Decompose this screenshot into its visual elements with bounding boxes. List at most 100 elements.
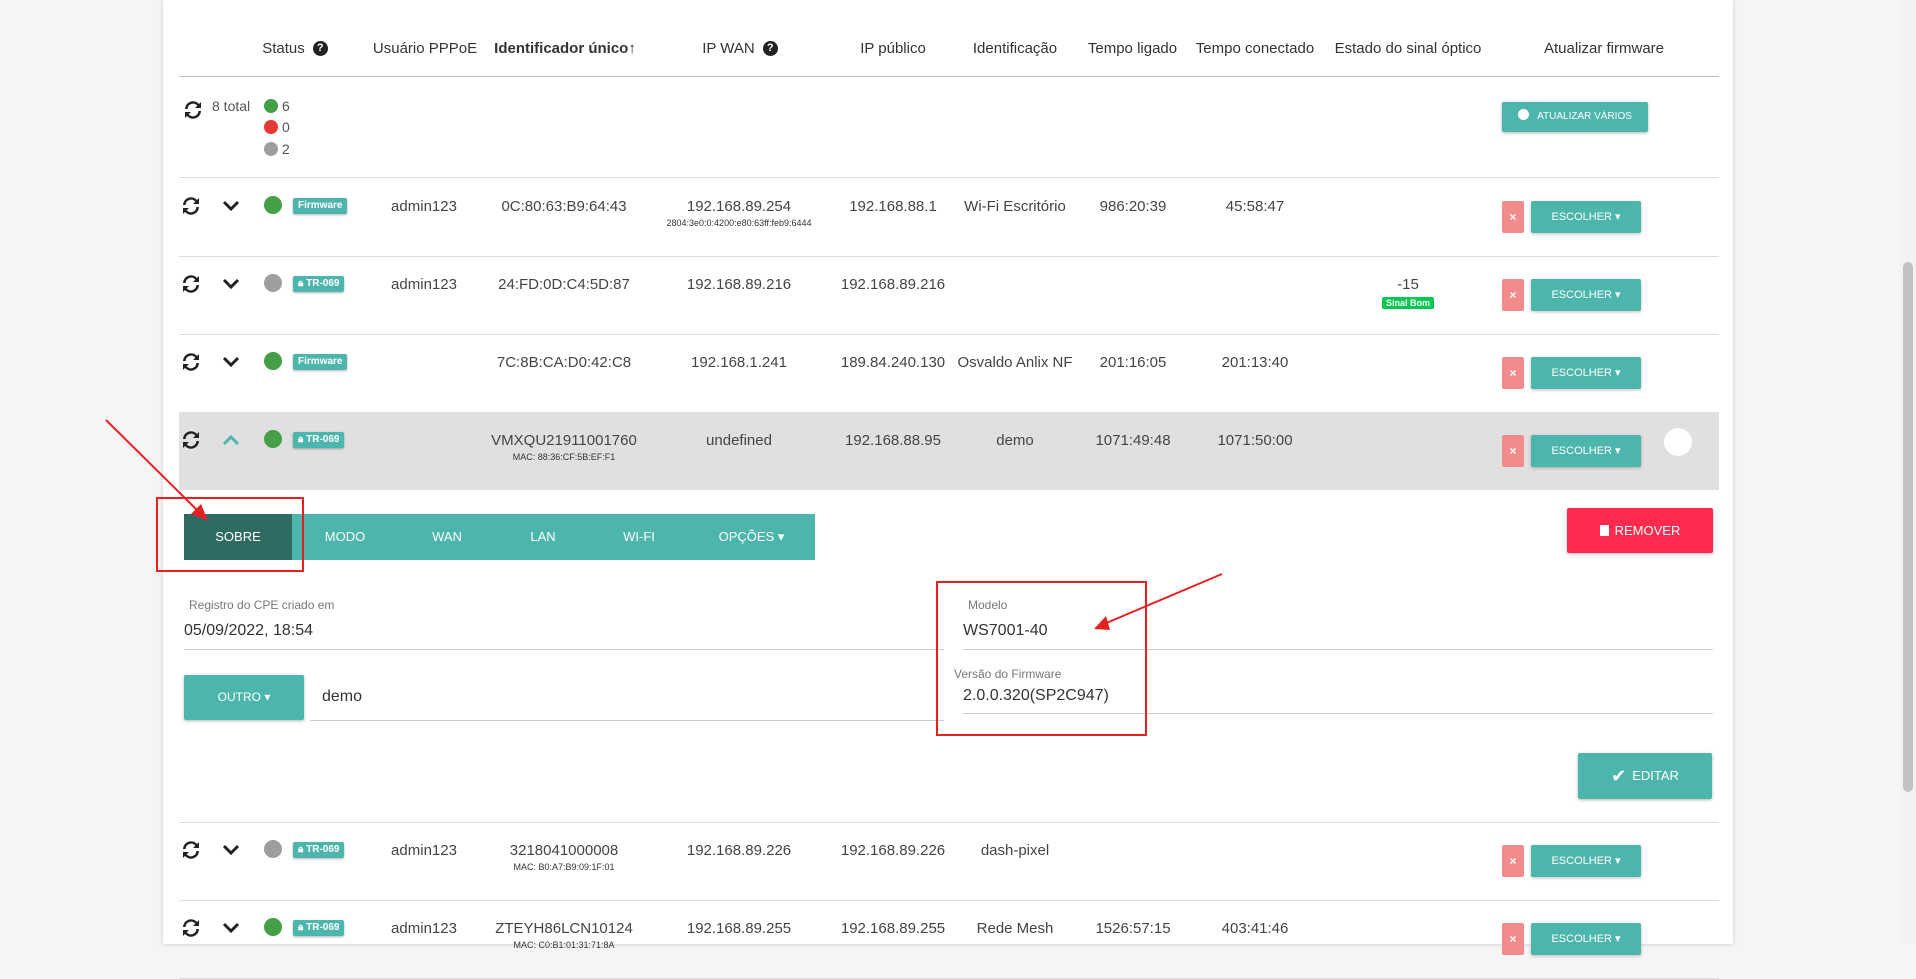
connected-time: 403:41:46 — [1221, 920, 1289, 937]
chevron-down-icon[interactable] — [221, 918, 241, 938]
ip-wan: 192.168.89.216 — [686, 276, 792, 293]
type-badge: 🔒︎ TR-069 — [293, 842, 345, 858]
header-pppoe[interactable]: Usuário PPPoE — [370, 30, 480, 66]
tab-lan[interactable]: LAN — [496, 514, 591, 560]
unknown-dot — [264, 142, 278, 156]
choose-firmware-button[interactable]: ESCOLHER ▾ — [1531, 279, 1641, 311]
tab-mode[interactable]: MODO — [292, 514, 399, 560]
choose-firmware-button[interactable]: ESCOLHER ▾ — [1531, 357, 1641, 389]
refresh-icon[interactable] — [179, 272, 203, 296]
unique-id: 24:FD:0D:C4:5D:87 — [498, 276, 630, 293]
tab-wifi[interactable]: WI-FI — [590, 514, 689, 560]
pppoe-user: admin123 — [391, 920, 457, 937]
lock-icon: 🔒︎ — [298, 434, 307, 445]
pppoe-user: admin123 — [391, 842, 457, 859]
created-label: Registro do CPE criado em — [189, 598, 335, 612]
choose-firmware-button[interactable]: ESCOLHER ▾ — [1531, 845, 1641, 877]
header-optical[interactable]: Estado do sinal óptico — [1330, 30, 1486, 66]
refresh-icon[interactable] — [179, 350, 203, 374]
identification: Osvaldo Anlix NF — [957, 354, 1073, 371]
choose-firmware-button[interactable]: ESCOLHER ▾ — [1531, 923, 1641, 955]
connected-time: 45:58:47 — [1225, 198, 1285, 215]
help-icon[interactable]: ? — [312, 40, 328, 56]
refresh-icon[interactable] — [179, 428, 203, 452]
lock-icon: 🔒︎ — [298, 922, 307, 933]
table-row[interactable]: 🔒︎ TR-069 admin123 ZTEYH86LCN10124 MAC: C0:… — [179, 900, 1719, 978]
cancel-update-button[interactable]: × — [1502, 845, 1524, 877]
trash-icon — [1599, 525, 1609, 536]
update-many-button[interactable]: ATUALIZAR VÁRIOS — [1502, 102, 1648, 132]
header-ip-public[interactable]: IP público — [843, 30, 943, 66]
header-ip-wan[interactable]: IP WAN? — [690, 30, 790, 66]
tab-wan[interactable]: WAN — [398, 514, 497, 560]
choose-firmware-button[interactable]: ESCOLHER ▾ — [1531, 435, 1641, 467]
cancel-update-button[interactable]: × — [1502, 279, 1524, 311]
header-status[interactable]: Status? — [255, 30, 335, 66]
pppoe-user: admin123 — [391, 276, 457, 293]
other-dropdown-button[interactable]: OUTRO ▾ — [184, 675, 304, 720]
status-dot — [264, 274, 282, 292]
ip-public: 192.168.89.255 — [840, 920, 946, 937]
header-connected[interactable]: Tempo conectado — [1192, 30, 1318, 66]
uptime: 1526:57:15 — [1095, 920, 1171, 937]
chevron-down-icon[interactable] — [221, 840, 241, 860]
edit-button[interactable]: ✔ EDITAR — [1578, 753, 1712, 799]
offline-dot — [264, 120, 278, 134]
type-badge: 🔒︎ TR-069 — [293, 276, 345, 292]
header-uptime[interactable]: Tempo ligado — [1085, 30, 1180, 66]
header-divider — [179, 76, 1719, 77]
table-row[interactable]: 🔒︎ TR-069 admin123 3218041000008 MAC: B0:A7… — [179, 822, 1719, 900]
chevron-down-icon[interactable] — [221, 274, 241, 294]
table-row[interactable]: 🔒︎ TR-069 admin123 24:FD:0D:C4:5D:87 192.16… — [179, 256, 1719, 334]
ip-public: 192.168.89.226 — [840, 842, 946, 859]
unknown-count: 2 — [282, 141, 290, 157]
ip-wan: 192.168.1.241 — [691, 354, 787, 371]
other-underline — [310, 720, 944, 721]
ip-public: 192.168.88.1 — [849, 198, 937, 215]
header-unique-id[interactable]: Identificador único↑ — [490, 30, 640, 66]
identification: Wi-Fi Escritório — [964, 198, 1066, 215]
row-select-toggle[interactable] — [1664, 428, 1692, 456]
refresh-icon[interactable] — [179, 916, 203, 940]
chevron-up-icon[interactable] — [221, 430, 241, 450]
chevron-down-icon[interactable] — [221, 196, 241, 216]
choose-firmware-button[interactable]: ESCOLHER ▾ — [1531, 201, 1641, 233]
unique-id: VMXQU21911001760 MAC: 88:36:CF:5B:EF:F1 — [491, 432, 637, 462]
unique-id: 0C:80:63:B9:64:43 — [501, 198, 627, 215]
clock-icon — [1518, 109, 1530, 120]
cancel-update-button[interactable]: × — [1502, 201, 1524, 233]
unique-id: ZTEYH86LCN10124 MAC: C0:B1:01:31:71:8A — [495, 920, 633, 950]
cancel-update-button[interactable]: × — [1502, 923, 1524, 955]
cancel-update-button[interactable]: × — [1502, 357, 1524, 389]
tab-options[interactable]: OPÇÕES ▾ — [688, 514, 815, 560]
scrollbar-thumb[interactable] — [1903, 262, 1913, 792]
refresh-icon[interactable] — [179, 838, 203, 862]
ip-public: 192.168.88.95 — [845, 432, 941, 449]
created-value: 05/09/2022, 18:54 — [184, 622, 314, 639]
pppoe-user: admin123 — [391, 198, 457, 215]
uptime: 986:20:39 — [1099, 198, 1167, 215]
ip-public: 192.168.89.216 — [840, 276, 946, 293]
ip-wan: 192.168.89.226 — [686, 842, 792, 859]
status-dot — [264, 840, 282, 858]
identification: dash-pixel — [980, 842, 1050, 859]
help-icon[interactable]: ? — [762, 40, 778, 56]
ip-wan: 192.168.89.254 2804:3e0:0:4200:e80:63ff:f… — [666, 198, 812, 228]
refresh-icon[interactable] — [181, 98, 205, 122]
unique-id: 7C:8B:CA:D0:42:C8 — [496, 354, 632, 371]
check-icon: ✔ — [1611, 766, 1627, 786]
header-identification[interactable]: Identificação — [960, 30, 1070, 66]
table-row[interactable]: Firmware admin123 0C:80:63:B9:64:43 192.168… — [179, 178, 1719, 256]
chevron-down-icon[interactable] — [221, 352, 241, 372]
other-input[interactable]: demo — [322, 688, 362, 706]
identification: demo — [996, 432, 1034, 449]
table-row[interactable]: Firmware 7C:8B:CA:D0:42:C8 192.168.1.241 18… — [179, 334, 1719, 412]
remove-button[interactable]: REMOVER — [1567, 508, 1713, 553]
type-badge: 🔒︎ TR-069 — [293, 920, 345, 936]
connected-time: 1071:50:00 — [1217, 432, 1293, 449]
cancel-update-button[interactable]: × — [1502, 435, 1524, 467]
refresh-icon[interactable] — [179, 194, 203, 218]
table-row[interactable]: 🔒︎ TR-069 VMXQU21911001760 MAC: 88:36:CF:5… — [179, 412, 1719, 490]
lock-icon: 🔒︎ — [298, 278, 307, 289]
status-dot — [264, 918, 282, 936]
